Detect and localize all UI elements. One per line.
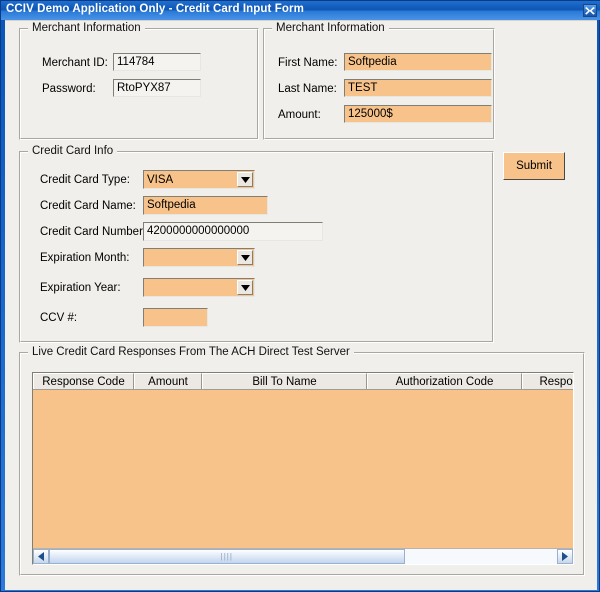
grid-body[interactable] bbox=[33, 390, 573, 547]
grid-column-header[interactable]: Response Descr bbox=[522, 373, 573, 389]
chevron-right-icon bbox=[562, 552, 568, 561]
credit-card-number-input[interactable]: 4200000000000000 bbox=[143, 222, 323, 241]
scrollbar-grip-icon: |||| bbox=[220, 551, 233, 561]
window-title: CCIV Demo Application Only - Credit Card… bbox=[6, 3, 304, 15]
scrollbar-track[interactable]: |||| bbox=[49, 549, 557, 564]
last-name-input[interactable]: TEST bbox=[344, 79, 492, 97]
responses-title: Live Credit Card Responses From The ACH … bbox=[28, 346, 354, 358]
title-bar[interactable]: CCIV Demo Application Only - Credit Card… bbox=[1, 1, 600, 20]
client-area: Merchant Information Merchant ID: 114784… bbox=[5, 20, 597, 590]
password-label: Password: bbox=[42, 83, 96, 95]
chevron-down-icon bbox=[240, 176, 250, 183]
chevron-down-icon bbox=[240, 284, 250, 291]
horizontal-scrollbar[interactable]: |||| bbox=[33, 548, 573, 564]
password-input[interactable]: RtoPYX87 bbox=[113, 79, 201, 97]
expiration-year-label: Expiration Year: bbox=[40, 282, 121, 294]
amount-label: Amount: bbox=[278, 109, 321, 121]
grid-column-header[interactable]: Bill To Name bbox=[202, 373, 367, 389]
credit-card-type-dropdown-button[interactable] bbox=[237, 172, 253, 187]
merchant-information-left-group: Merchant Information Merchant ID: 114784… bbox=[19, 22, 259, 140]
scroll-right-button[interactable] bbox=[557, 549, 573, 564]
expiration-month-dropdown-button[interactable] bbox=[237, 250, 253, 265]
responses-data-grid[interactable]: Response Code Amount Bill To Name Authoriza… bbox=[32, 372, 574, 565]
submit-button[interactable]: Submit bbox=[503, 152, 565, 180]
merchant-left-title: Merchant Information bbox=[28, 22, 145, 34]
credit-card-name-input[interactable]: Softpedia bbox=[143, 196, 268, 215]
grid-column-header[interactable]: Response Code bbox=[33, 373, 134, 389]
credit-card-info-title: Credit Card Info bbox=[28, 145, 118, 157]
first-name-label: First Name: bbox=[278, 57, 338, 69]
credit-card-type-select[interactable]: VISA bbox=[143, 170, 255, 189]
scroll-left-button[interactable] bbox=[33, 549, 49, 564]
expiration-year-dropdown-button[interactable] bbox=[237, 280, 253, 295]
expiration-month-label: Expiration Month: bbox=[40, 252, 130, 264]
merchant-information-right-group: Merchant Information First Name: Softped… bbox=[263, 22, 495, 140]
chevron-down-icon bbox=[240, 254, 250, 261]
first-name-input[interactable]: Softpedia bbox=[344, 53, 492, 71]
credit-card-name-label: Credit Card Name: bbox=[40, 200, 136, 212]
grid-column-header[interactable]: Amount bbox=[134, 373, 202, 389]
credit-card-type-label: Credit Card Type: bbox=[40, 174, 130, 186]
ccv-input[interactable] bbox=[143, 308, 208, 327]
merchant-id-input[interactable]: 114784 bbox=[113, 53, 201, 71]
responses-group: Live Credit Card Responses From The ACH … bbox=[19, 346, 585, 576]
grid-column-header[interactable]: Authorization Code bbox=[367, 373, 522, 389]
ccv-label: CCV #: bbox=[40, 312, 78, 324]
last-name-label: Last Name: bbox=[278, 83, 337, 95]
expiration-month-select[interactable] bbox=[143, 248, 255, 267]
chevron-left-icon bbox=[38, 552, 44, 561]
merchant-id-label: Merchant ID: bbox=[42, 57, 108, 69]
application-window: CCIV Demo Application Only - Credit Card… bbox=[0, 0, 600, 592]
close-icon bbox=[585, 7, 595, 15]
close-button[interactable] bbox=[583, 4, 597, 17]
merchant-right-title: Merchant Information bbox=[272, 22, 389, 34]
grid-header-row: Response Code Amount Bill To Name Authoriza… bbox=[33, 373, 573, 390]
credit-card-info-group: Credit Card Info Credit Card Type: VISA … bbox=[19, 145, 494, 343]
expiration-year-select[interactable] bbox=[143, 278, 255, 297]
credit-card-number-label: Credit Card Number: bbox=[40, 226, 147, 238]
credit-card-type-value: VISA bbox=[147, 174, 174, 186]
amount-input[interactable]: 125000$ bbox=[344, 105, 492, 123]
scrollbar-thumb[interactable]: |||| bbox=[49, 549, 405, 564]
